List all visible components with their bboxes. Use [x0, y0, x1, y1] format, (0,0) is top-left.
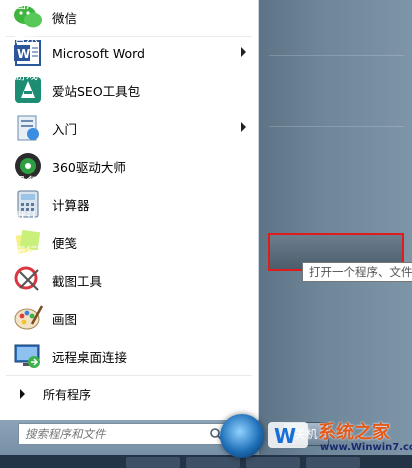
program-label: 便笺: [52, 235, 78, 251]
program-label: 画图: [52, 311, 78, 327]
all-programs-button[interactable]: 所有程序: [6, 380, 252, 408]
remote-desktop-icon: [12, 340, 44, 372]
all-programs-label: 所有程序: [43, 387, 92, 402]
chevron-right-icon[interactable]: [241, 122, 246, 132]
watermark-url: www.Winwin7.com: [320, 442, 412, 453]
start-orb-icon[interactable]: [220, 414, 264, 458]
search-box[interactable]: [18, 423, 228, 445]
run-tooltip: 打开一个程序、文件: [302, 262, 412, 282]
program-label: Microsoft Word: [52, 45, 145, 61]
right-item-default-programs[interactable]: 默认程序: [14, 208, 62, 225]
triangle-right-icon: [20, 389, 25, 399]
taskbar-button[interactable]: [186, 457, 240, 468]
right-item-run[interactable]: 运行...: [14, 243, 49, 260]
divider: [6, 375, 252, 376]
right-item-pictures[interactable]: 图片: [14, 0, 38, 12]
right-item-devices-printers[interactable]: 设备和打印机: [14, 173, 86, 190]
svg-text:W: W: [17, 47, 30, 61]
snipping-tool-icon: [12, 264, 44, 296]
watermark-logo-letter: W: [274, 424, 296, 448]
search-input[interactable]: [19, 425, 209, 443]
program-item-word[interactable]: W Microsoft Word: [6, 36, 252, 70]
right-item-music[interactable]: 音乐: [14, 29, 38, 46]
program-item-paint[interactable]: 画图: [6, 301, 252, 335]
right-item-games[interactable]: 游戏: [14, 66, 38, 83]
windows-logo-icon: W: [268, 422, 308, 448]
program-label: 微信: [52, 10, 78, 26]
program-label: 入门: [52, 121, 78, 137]
taskbar-button[interactable]: [126, 457, 180, 468]
program-item-wechat[interactable]: 微信: [6, 0, 252, 34]
watermark-title: 系统之家: [318, 422, 390, 443]
paint-icon: [12, 302, 44, 334]
program-item-snipping-tool[interactable]: 截图工具: [6, 263, 252, 297]
program-label: 爱站SEO工具包: [52, 83, 141, 99]
program-item-remote-desktop[interactable]: 远程桌面连接: [6, 339, 252, 373]
divider: [269, 126, 404, 127]
program-label: 截图工具: [52, 273, 103, 289]
right-item-control-panel[interactable]: 控制面板: [14, 138, 62, 155]
divider: [269, 55, 404, 56]
chevron-right-icon[interactable]: [241, 47, 246, 57]
taskbar-button[interactable]: [306, 457, 360, 468]
right-item-computer[interactable]: 计算机: [14, 100, 50, 117]
taskbar-button[interactable]: [246, 457, 300, 468]
watermark: W 系统之家 www.Winwin7.com: [266, 418, 412, 458]
program-label: 远程桌面连接: [52, 349, 128, 365]
